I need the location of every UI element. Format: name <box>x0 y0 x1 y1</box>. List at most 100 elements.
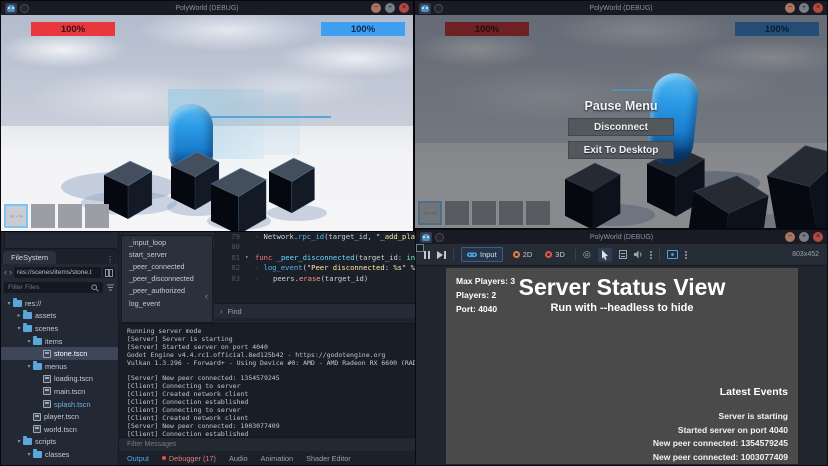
bottom-tab-audio[interactable]: Audio <box>229 454 248 463</box>
window-server: PolyWorld (DEBUG) − + × Input 2D 3D ◎ <box>415 229 828 466</box>
latest-events-title: Latest Events <box>720 386 788 398</box>
tree-item-res-[interactable]: ▾res:// <box>1 297 118 310</box>
code-editor[interactable]: 79›Network.rpc_id(target_id, "_add_pla80… <box>214 231 415 303</box>
function-item[interactable]: _peer_disconnected <box>122 273 212 285</box>
folder-icon <box>33 451 42 458</box>
filesystem-nav: ‹ › res://scenes/items/stone.t <box>1 264 118 280</box>
selection-list-icon[interactable] <box>619 250 627 259</box>
scene-file-icon <box>43 375 51 383</box>
cursor-icon <box>601 250 609 260</box>
event-item: New peer connected: 1354579245 <box>653 437 788 451</box>
tree-item-items[interactable]: ▾items <box>1 335 118 348</box>
function-item[interactable]: _peer_connected <box>122 260 212 272</box>
split-view-icon[interactable] <box>103 267 115 278</box>
script-functions-panel[interactable]: _input_loopstart_server_peer_connected_p… <box>121 235 213 323</box>
function-item[interactable]: log_event <box>122 297 212 309</box>
more-options-icon[interactable] <box>650 251 652 259</box>
close-button[interactable]: × <box>813 3 823 13</box>
panel-collapse-icon[interactable]: ‹ <box>205 291 208 301</box>
event-item: Server is starting <box>653 410 788 424</box>
filter-messages-input[interactable]: Filter Messages <box>119 437 415 451</box>
gamepad-icon <box>467 251 477 258</box>
scene-file-icon <box>33 425 41 433</box>
maximize-button[interactable]: + <box>385 3 395 13</box>
close-button[interactable]: × <box>813 232 823 242</box>
health-bar-right: 100% <box>321 22 405 36</box>
scene-file-icon <box>33 413 41 421</box>
fullscreen-icon[interactable] <box>416 244 424 252</box>
pause-icon[interactable] <box>424 251 430 259</box>
embed-options-icon[interactable] <box>685 251 687 259</box>
maximize-button[interactable]: + <box>799 3 809 13</box>
maximize-button[interactable]: + <box>799 232 809 242</box>
camera-override-icon[interactable]: ◎ <box>583 249 591 260</box>
hotbar-slot-selected[interactable]: 64 x 64 <box>4 204 28 228</box>
2d-icon <box>513 251 520 258</box>
disconnect-button[interactable]: Disconnect <box>568 118 674 136</box>
embed-game-icon[interactable] <box>667 250 678 259</box>
2d-mode-button[interactable]: 2D <box>510 248 536 261</box>
titlebar[interactable]: PolyWorld (DEBUG) − + × <box>415 1 827 15</box>
tree-item-menus[interactable]: ▾menus <box>1 360 118 373</box>
cursor-tool-button[interactable] <box>598 248 612 262</box>
dock-menu-icon[interactable]: ⋮ <box>102 255 118 264</box>
bottom-tab-debugger-17-[interactable]: Debugger (17) <box>162 454 216 463</box>
scene-file-icon <box>43 400 51 408</box>
minimize-button[interactable]: − <box>371 3 381 13</box>
input-mode-button[interactable]: Input <box>461 247 503 262</box>
code-line-83: 83›peers.erase(target_id) <box>214 273 415 284</box>
game-viewport-client-b[interactable]: 100% 100% 64 x 64 Pause Menu Disconnect … <box>415 15 827 228</box>
current-path[interactable]: res://scenes/items/stone.t <box>14 267 101 278</box>
tree-item-assets[interactable]: ▸assets <box>1 310 118 323</box>
titlebar[interactable]: PolyWorld (DEBUG) − + × <box>1 1 413 15</box>
next-frame-icon[interactable] <box>437 251 446 259</box>
minimize-button[interactable]: − <box>785 3 795 13</box>
tree-item-scripts[interactable]: ▾scripts <box>1 436 118 449</box>
pause-menu-title: Pause Menu <box>415 99 827 113</box>
file-tree[interactable]: ▾res://▸assets▾scenes▾itemsstone.tscn▾me… <box>1 297 118 465</box>
hotbar-slot[interactable] <box>58 204 82 228</box>
latest-events-list: Server is startingStarted server on port… <box>653 410 788 464</box>
server-game-view[interactable]: Max Players: 3Players: 2Port: 4040 Serve… <box>416 266 827 465</box>
close-button[interactable]: × <box>399 3 409 13</box>
find-expand-icon[interactable]: › <box>220 307 223 316</box>
folder-icon <box>23 325 32 332</box>
hotbar-slot[interactable] <box>85 204 109 228</box>
window-title: PolyWorld (DEBUG) <box>415 5 827 12</box>
output-console[interactable]: Running server mode[Server] Server is st… <box>119 323 415 437</box>
server-render-area: Max Players: 3Players: 2Port: 4040 Serve… <box>446 268 798 464</box>
tree-item-stone-tscn[interactable]: stone.tscn <box>1 347 118 360</box>
minimize-button[interactable]: − <box>785 232 795 242</box>
titlebar[interactable]: PolyWorld (DEBUG) − + × <box>416 230 827 244</box>
tree-item-world-tscn[interactable]: world.tscn <box>1 423 118 436</box>
tree-item-classes[interactable]: ▾classes <box>1 448 118 461</box>
bottom-tab-animation[interactable]: Animation <box>261 454 293 463</box>
error-dot-icon <box>162 456 166 460</box>
function-item[interactable]: _peer_authorized <box>122 285 212 297</box>
bottom-tab-shader-editor[interactable]: Shader Editor <box>306 454 351 463</box>
event-item: New peer connected: 1003077409 <box>653 451 788 465</box>
tree-item-scenes[interactable]: ▾scenes <box>1 322 118 335</box>
function-item[interactable]: _input_loop <box>122 236 212 248</box>
server-view-title: Server Status View <box>446 274 798 301</box>
function-item[interactable]: start_server <box>122 248 212 260</box>
mute-audio-icon[interactable] <box>634 250 643 259</box>
3d-mode-button[interactable]: 3D <box>542 248 568 261</box>
find-bar[interactable]: › Find <box>214 303 415 318</box>
tree-item-main-tscn[interactable]: main.tscn <box>1 385 118 398</box>
filter-files-input[interactable]: Filter Files <box>4 282 103 293</box>
tree-item-splash-tscn[interactable]: splash.tscn <box>1 398 118 411</box>
exit-to-desktop-button[interactable]: Exit To Desktop <box>568 141 674 159</box>
health-bar-left: 100% <box>31 22 115 36</box>
tab-filesystem[interactable]: FileSystem <box>3 251 56 264</box>
hotbar-slot[interactable] <box>31 204 55 228</box>
history-back-icon[interactable]: ‹ <box>4 268 7 277</box>
tree-item-loading-tscn[interactable]: loading.tscn <box>1 373 118 386</box>
game-viewport-client-a[interactable]: 100% 100% 64 x 64 <box>1 15 413 231</box>
tree-item-player-tscn[interactable]: player.tscn <box>1 410 118 423</box>
history-forward-icon[interactable]: › <box>9 268 12 277</box>
resolution-label: 803x452 <box>792 251 819 258</box>
code-line-81: 81▾func _peer_disconnected(target_id: in… <box>214 252 415 263</box>
sort-icon[interactable] <box>106 283 115 292</box>
bottom-tab-output[interactable]: Output <box>127 454 149 463</box>
